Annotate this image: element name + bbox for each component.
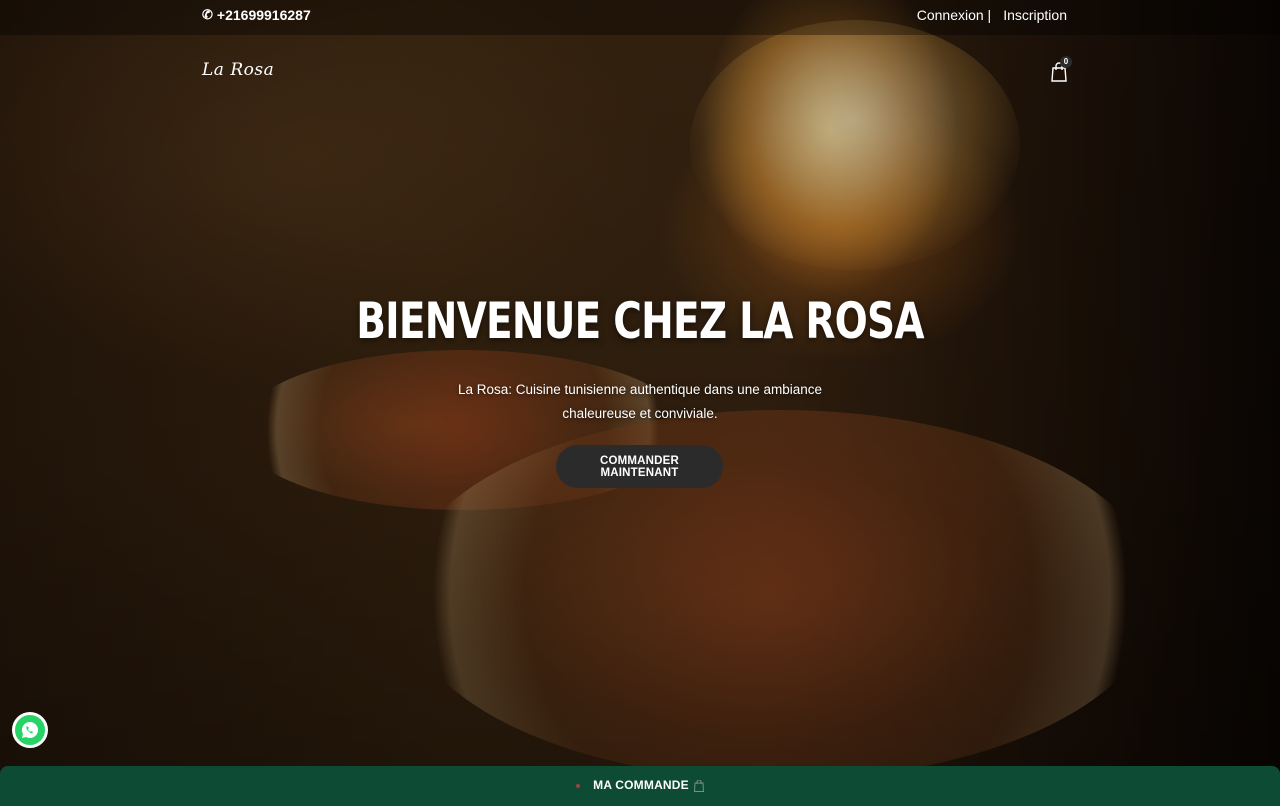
login-link[interactable]: Connexion | (917, 7, 991, 23)
oven-fire (690, 20, 1020, 270)
whatsapp-button[interactable] (12, 712, 48, 748)
pizza-image-front (400, 410, 1160, 780)
my-order-label: MA COMMANDE (593, 778, 689, 792)
order-now-button[interactable]: COMMANDER MAINTENANT (556, 445, 723, 488)
phone-number: +21699916287 (216, 7, 311, 23)
auth-links: Connexion | Inscription (917, 7, 1067, 23)
phone-contact[interactable]: ✆ +21699916287 (202, 7, 311, 23)
status-dot (575, 783, 580, 788)
top-bar: ✆ +21699916287 Connexion | Inscription (0, 0, 1280, 35)
whatsapp-icon (21, 721, 38, 739)
phone-icon: ✆ (202, 7, 213, 22)
hero-subtitle: La Rosa: Cuisine tunisienne authentique … (457, 382, 822, 421)
hero-title: BIENVENUE CHEZ LA ROSA (356, 292, 924, 350)
shopping-bag-icon (694, 779, 705, 792)
site-logo[interactable]: La Rosa (202, 60, 274, 80)
my-order-bar[interactable]: MA COMMANDE (0, 766, 1280, 806)
register-link[interactable]: Inscription (1003, 7, 1067, 23)
cart-count-badge: 0 (1060, 56, 1072, 68)
